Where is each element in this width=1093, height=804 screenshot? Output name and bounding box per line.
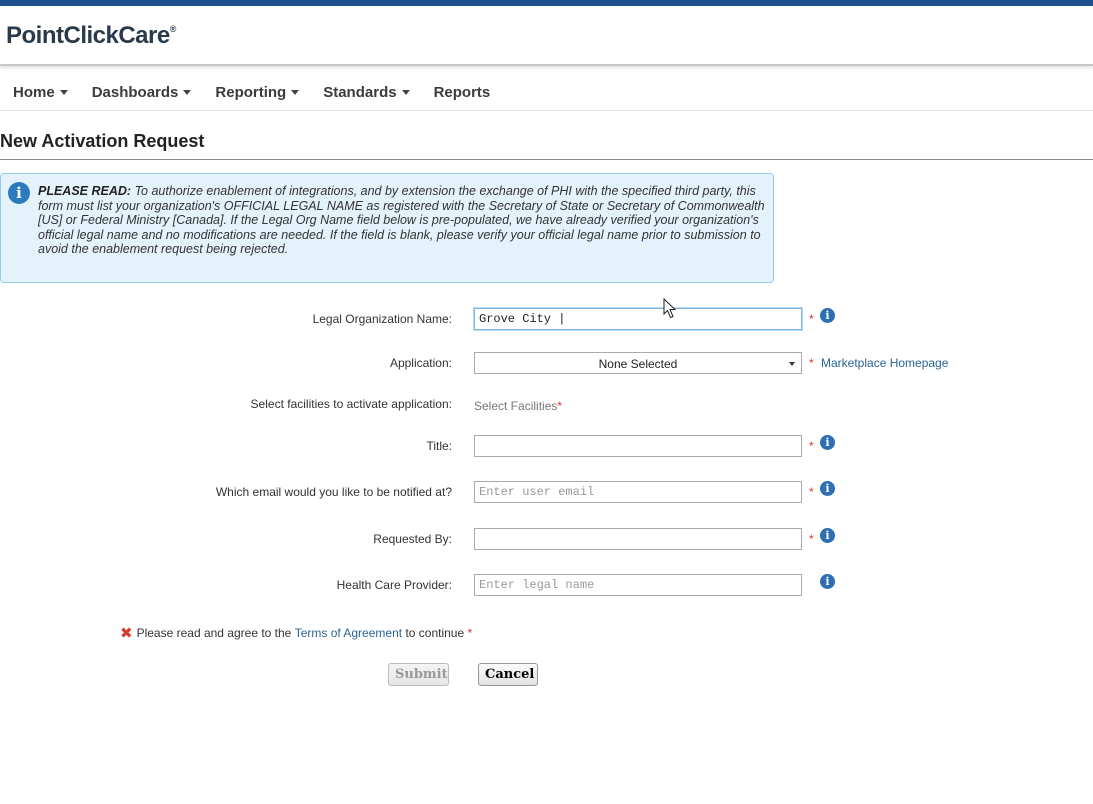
required-marker: * bbox=[809, 312, 814, 326]
terms-prefix: Please read and agree to the bbox=[136, 626, 292, 640]
facilities-label: Select facilities to activate applicatio… bbox=[250, 397, 452, 411]
application-select[interactable]: None Selected bbox=[474, 352, 802, 374]
requested-by-label: Requested By: bbox=[373, 532, 452, 546]
title-divider bbox=[0, 159, 1093, 160]
info-icon: i bbox=[8, 182, 30, 204]
provider-row: Health Care Provider: Enter legal name i bbox=[0, 574, 1093, 596]
terms-suffix: to continue bbox=[405, 626, 465, 640]
notice-box: i PLEASE READ: To authorize enablement o… bbox=[0, 173, 774, 283]
terms-of-agreement-link[interactable]: Terms of Agreement bbox=[295, 626, 402, 640]
info-icon[interactable]: i bbox=[820, 481, 835, 496]
error-x-icon: ✖ bbox=[120, 624, 133, 642]
marketplace-homepage-link[interactable]: Marketplace Homepage bbox=[821, 356, 948, 370]
main-nav: Home Dashboards Reporting Standards Repo… bbox=[0, 74, 1093, 111]
nav-item-label: Home bbox=[13, 83, 55, 101]
submit-button[interactable]: Submit bbox=[388, 663, 449, 686]
provider-input[interactable]: Enter legal name bbox=[474, 574, 802, 596]
required-marker: * bbox=[557, 399, 563, 413]
notice-lead: PLEASE READ: bbox=[38, 184, 132, 198]
nav-item-dashboards[interactable]: Dashboards bbox=[92, 84, 192, 101]
caret-down-icon bbox=[183, 89, 192, 95]
legal-org-row: Legal Organization Name: Grove City | * … bbox=[0, 308, 1093, 330]
required-marker: * bbox=[809, 532, 814, 546]
caret-down-icon bbox=[291, 89, 300, 95]
provider-label: Health Care Provider: bbox=[336, 578, 452, 592]
info-icon[interactable]: i bbox=[820, 528, 835, 543]
requested-by-row: Requested By: * i bbox=[0, 528, 1093, 550]
nav-item-reporting[interactable]: Reporting bbox=[215, 83, 300, 101]
brand-name: PointClickCare bbox=[6, 22, 170, 49]
application-label: Application: bbox=[389, 356, 452, 370]
nav-item-label: Reporting bbox=[215, 83, 287, 101]
nav-item-label: Standards bbox=[323, 83, 397, 101]
brand-logo[interactable]: PointClickCare® bbox=[6, 22, 176, 50]
brand-registered-mark: ® bbox=[169, 24, 177, 34]
email-label: Which email would you like to be notifie… bbox=[215, 485, 452, 499]
select-facilities-link[interactable]: Select Facilities* bbox=[474, 397, 562, 415]
email-input[interactable]: Enter user email bbox=[474, 481, 802, 503]
legal-org-input[interactable]: Grove City | bbox=[474, 308, 802, 330]
required-marker: * bbox=[809, 356, 814, 370]
required-marker: * bbox=[809, 439, 814, 453]
caret-down-icon bbox=[59, 89, 68, 95]
info-icon[interactable]: i bbox=[820, 435, 835, 450]
select-facilities-text: Select Facilities bbox=[474, 399, 558, 413]
nav-item-home[interactable]: Home bbox=[13, 84, 68, 101]
info-icon[interactable]: i bbox=[820, 308, 835, 323]
nav-item-label: Dashboards bbox=[91, 83, 179, 101]
header: PointClickCare® bbox=[0, 6, 1093, 66]
title-row: Title: * i bbox=[0, 435, 1093, 457]
title-input[interactable] bbox=[474, 435, 802, 457]
email-row: Which email would you like to be notifie… bbox=[0, 481, 1093, 503]
page-title: New Activation Request bbox=[0, 131, 205, 151]
chevron-down-icon bbox=[789, 362, 795, 366]
legal-org-label: Legal Organization Name: bbox=[312, 312, 452, 326]
required-marker: * bbox=[809, 485, 814, 499]
nav-item-label: Reports bbox=[433, 83, 491, 101]
requested-by-input[interactable] bbox=[474, 528, 802, 550]
application-row: Application: None Selected * Marketplace… bbox=[0, 352, 1093, 374]
required-marker: * bbox=[467, 626, 473, 640]
mouse-cursor-icon bbox=[663, 298, 677, 319]
facilities-row: Select facilities to activate applicatio… bbox=[0, 393, 1093, 415]
title-label: Title: bbox=[426, 439, 452, 453]
info-icon[interactable]: i bbox=[820, 574, 835, 589]
caret-down-icon bbox=[401, 89, 410, 95]
notice-text: To authorize enablement of integrations,… bbox=[38, 184, 765, 256]
nav-item-reports[interactable]: Reports bbox=[434, 84, 491, 101]
nav-item-standards[interactable]: Standards bbox=[323, 83, 410, 101]
cancel-button[interactable]: Cancel bbox=[478, 663, 538, 686]
terms-row: ✖ Please read and agree to the Terms of … bbox=[120, 624, 472, 642]
application-selected-value: None Selected bbox=[598, 357, 678, 371]
